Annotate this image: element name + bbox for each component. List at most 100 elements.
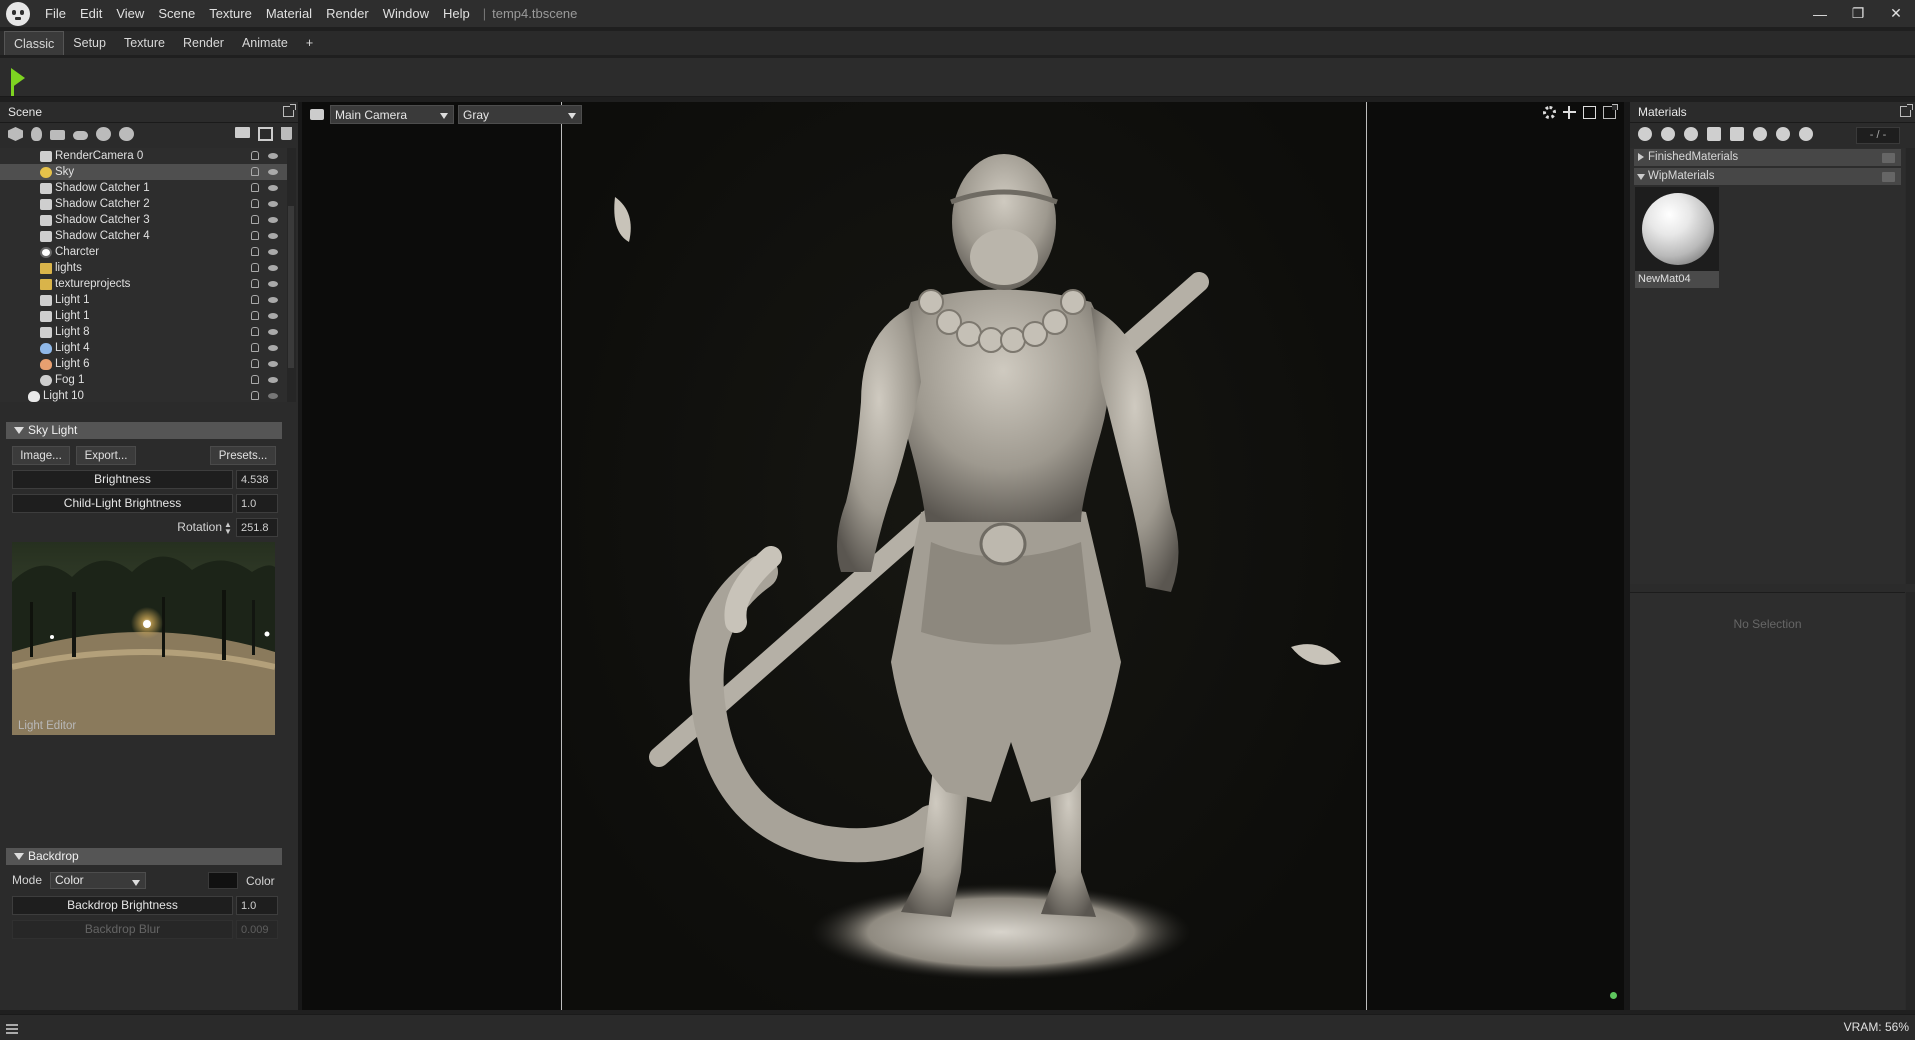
delete-icon[interactable] bbox=[281, 127, 292, 140]
material-counter[interactable]: - / - bbox=[1856, 127, 1900, 144]
restore-icon[interactable]: ❐ bbox=[1839, 0, 1877, 27]
tree-item-charcter[interactable]: Charcter bbox=[0, 244, 288, 260]
lock-icon[interactable] bbox=[251, 295, 259, 304]
rotation-control[interactable]: Rotation ▲ ▼ 251.8 bbox=[6, 518, 282, 537]
backdrop-color-swatch[interactable] bbox=[208, 872, 238, 889]
visibility-icon[interactable] bbox=[268, 361, 278, 367]
visibility-icon[interactable] bbox=[268, 233, 278, 239]
child-light-brightness-value[interactable]: 1.0 bbox=[236, 494, 278, 513]
duplicate-material-icon[interactable] bbox=[1661, 127, 1675, 141]
maximize-icon[interactable] bbox=[1583, 106, 1596, 119]
lock-icon[interactable] bbox=[251, 391, 259, 400]
properties-scrollbar[interactable] bbox=[1906, 592, 1915, 1010]
delete-icon[interactable] bbox=[1730, 127, 1744, 141]
add-material-icon[interactable] bbox=[1638, 127, 1652, 141]
tree-item-light-1a[interactable]: Light 1 bbox=[0, 292, 288, 308]
viewport[interactable]: Main Camera Gray bbox=[302, 102, 1624, 1010]
minimize-icon[interactable]: — bbox=[1801, 0, 1839, 27]
group-finished-materials[interactable]: FinishedMaterials bbox=[1634, 149, 1901, 166]
tree-item-rendercamera[interactable]: RenderCamera 0 bbox=[0, 148, 288, 164]
shading-dropdown[interactable]: Gray bbox=[458, 104, 582, 124]
visibility-icon[interactable] bbox=[268, 217, 278, 223]
backdrop-brightness-value[interactable]: 1.0 bbox=[236, 896, 278, 915]
menu-edit[interactable]: Edit bbox=[73, 0, 109, 27]
backdrop-brightness-slider[interactable]: Backdrop Brightness 1.0 bbox=[6, 896, 282, 915]
tree-item-shadow-catcher-3[interactable]: Shadow Catcher 3 bbox=[0, 212, 288, 228]
popout-icon[interactable] bbox=[1603, 104, 1618, 119]
menu-render[interactable]: Render bbox=[319, 0, 376, 27]
refresh-icon[interactable] bbox=[1799, 127, 1813, 141]
tree-item-shadow-catcher-1[interactable]: Shadow Catcher 1 bbox=[0, 180, 288, 196]
light-editor-label[interactable]: Light Editor bbox=[18, 720, 76, 732]
lock-icon[interactable] bbox=[251, 247, 259, 256]
child-light-brightness-slider[interactable]: Child-Light Brightness 1.0 bbox=[6, 494, 282, 513]
lock-icon[interactable] bbox=[251, 151, 259, 160]
tree-scrollbar[interactable] bbox=[287, 148, 296, 402]
tab-setup[interactable]: Setup bbox=[64, 31, 115, 55]
menu-material[interactable]: Material bbox=[259, 0, 319, 27]
hdri-preview[interactable]: Light Editor bbox=[12, 542, 275, 735]
add-fog-icon[interactable] bbox=[73, 131, 88, 140]
render-frame[interactable] bbox=[561, 102, 1362, 1010]
materials-scrollbar[interactable] bbox=[1906, 148, 1915, 584]
backdrop-header[interactable]: Backdrop bbox=[6, 848, 282, 865]
lock-icon[interactable] bbox=[251, 327, 259, 336]
add-shadow-catcher-icon[interactable] bbox=[96, 127, 111, 141]
lock-icon[interactable] bbox=[251, 183, 259, 192]
presets-button[interactable]: Presets... bbox=[210, 446, 276, 465]
group-wip-materials[interactable]: WipMaterials bbox=[1634, 168, 1901, 185]
lock-icon[interactable] bbox=[251, 279, 259, 288]
visibility-icon[interactable] bbox=[268, 393, 278, 399]
visibility-icon[interactable] bbox=[268, 329, 278, 335]
checker-material-icon[interactable] bbox=[1684, 127, 1698, 141]
lock-icon[interactable] bbox=[251, 375, 259, 384]
menu-file[interactable]: File bbox=[38, 0, 73, 27]
tree-item-sky[interactable]: Sky bbox=[0, 164, 288, 180]
rotation-spinner-icon[interactable]: ▲ ▼ bbox=[224, 521, 232, 536]
select-icon[interactable] bbox=[1776, 127, 1790, 141]
lock-icon[interactable] bbox=[251, 215, 259, 224]
visibility-icon[interactable] bbox=[268, 313, 278, 319]
popout-icon[interactable] bbox=[1900, 104, 1913, 117]
menu-help[interactable]: Help bbox=[436, 0, 477, 27]
tree-item-light-8[interactable]: Light 8 bbox=[0, 324, 288, 340]
menu-window[interactable]: Window bbox=[376, 0, 436, 27]
play-icon[interactable] bbox=[11, 68, 25, 96]
visibility-icon[interactable] bbox=[268, 249, 278, 255]
tree-item-light-1b[interactable]: Light 1 bbox=[0, 308, 288, 324]
tab-animate[interactable]: Animate bbox=[233, 31, 297, 55]
app-logo-icon[interactable] bbox=[6, 1, 30, 26]
tree-item-shadow-catcher-2[interactable]: Shadow Catcher 2 bbox=[0, 196, 288, 212]
settings-gear-icon[interactable] bbox=[1543, 106, 1556, 119]
visibility-icon[interactable] bbox=[268, 265, 278, 271]
picker-icon[interactable] bbox=[1753, 127, 1767, 141]
tree-item-light-6[interactable]: Light 6 bbox=[0, 356, 288, 372]
tree-item-light-10[interactable]: Light 10 bbox=[0, 388, 288, 404]
brightness-slider[interactable]: Brightness 4.538 bbox=[6, 470, 282, 489]
tree-item-lights[interactable]: lights bbox=[0, 260, 288, 276]
lock-icon[interactable] bbox=[251, 311, 259, 320]
visibility-icon[interactable] bbox=[268, 185, 278, 191]
log-menu-icon[interactable] bbox=[6, 1024, 18, 1026]
visibility-icon[interactable] bbox=[268, 297, 278, 303]
add-tab-button[interactable]: + bbox=[297, 31, 322, 55]
tab-classic[interactable]: Classic bbox=[4, 31, 65, 55]
visibility-icon[interactable] bbox=[268, 281, 278, 287]
menu-texture[interactable]: Texture bbox=[202, 0, 259, 27]
lock-icon[interactable] bbox=[251, 167, 259, 176]
add-camera-icon[interactable] bbox=[50, 130, 65, 140]
image-button[interactable]: Image... bbox=[12, 446, 70, 465]
rotation-value[interactable]: 251.8 bbox=[236, 518, 278, 537]
add-audio-icon[interactable] bbox=[119, 127, 134, 141]
folder-icon[interactable] bbox=[1707, 127, 1721, 141]
sky-light-header[interactable]: Sky Light bbox=[6, 422, 282, 439]
add-light-icon[interactable] bbox=[31, 127, 42, 141]
lock-icon[interactable] bbox=[251, 231, 259, 240]
move-icon[interactable] bbox=[1563, 106, 1576, 119]
visibility-icon[interactable] bbox=[268, 345, 278, 351]
tree-item-shadow-catcher-4[interactable]: Shadow Catcher 4 bbox=[0, 228, 288, 244]
lock-icon[interactable] bbox=[251, 343, 259, 352]
export-button[interactable]: Export... bbox=[76, 446, 136, 465]
tab-render[interactable]: Render bbox=[174, 31, 233, 55]
new-folder-icon[interactable] bbox=[235, 127, 250, 138]
